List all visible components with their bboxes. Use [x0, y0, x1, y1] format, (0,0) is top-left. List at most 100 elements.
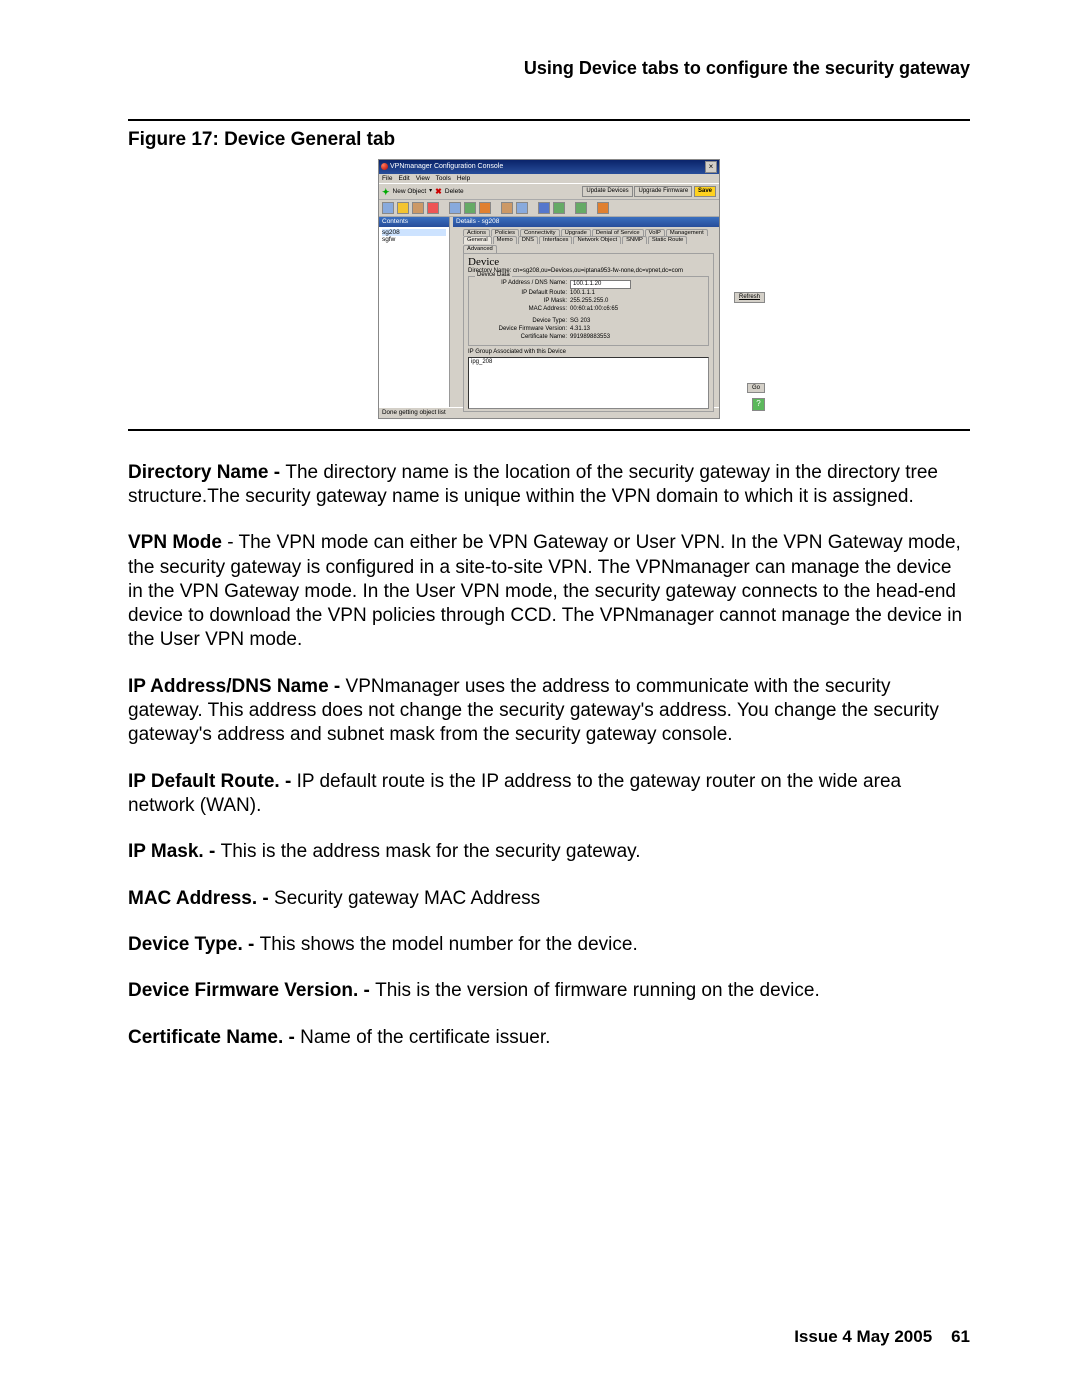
term: Device Type. - — [128, 934, 260, 955]
definition: This shows the model number for the devi… — [260, 934, 638, 955]
term: Device Firmware Version. - — [128, 980, 375, 1001]
toolbar-icon[interactable] — [575, 202, 587, 214]
delete-button[interactable]: Delete — [445, 188, 464, 195]
general-panel: Device Directory Name: cn=sg208,ou=Devic… — [463, 253, 714, 413]
update-devices-button[interactable]: Update Devices — [582, 186, 632, 197]
device-type-value: SG 203 — [570, 318, 590, 325]
toolbar-separator — [590, 202, 594, 214]
toolbar-icon[interactable] — [479, 202, 491, 214]
tab-policies[interactable]: Policies — [491, 229, 519, 237]
default-route-label: IP Default Route: — [472, 290, 570, 297]
tab-connectivity[interactable]: Connectivity — [520, 229, 560, 237]
tab-row-1: Actions Policies Connectivity Upgrade De… — [453, 227, 719, 237]
figure-caption: Figure 17: Device General tab — [128, 129, 970, 151]
definition: Security gateway MAC Address — [274, 888, 540, 909]
toolbar-separator — [531, 202, 535, 214]
toolbar-icon[interactable] — [382, 202, 394, 214]
rule-bottom — [128, 429, 970, 431]
para-ip-mask: IP Mask. - This is the address mask for … — [128, 840, 970, 864]
running-header: Using Device tabs to configure the secur… — [128, 58, 970, 79]
sidebar-item-sgfw[interactable]: sgfw — [382, 236, 446, 243]
toolbar-icon[interactable] — [449, 202, 461, 214]
directory-name-value: cn=sg208,ou=Devices,ou=iptana953-fw-none… — [513, 268, 683, 274]
para-ip-default-route: IP Default Route. - IP default route is … — [128, 770, 970, 819]
list-item[interactable]: ipg_208 — [471, 359, 706, 366]
sidebar-item-sg208[interactable]: sg208 — [382, 229, 446, 236]
tab-row-2: General Memo DNS Interfaces Network Obje… — [453, 236, 719, 252]
tab-dns[interactable]: DNS — [518, 236, 538, 244]
tab-snmp[interactable]: SNMP — [622, 236, 647, 244]
menu-edit[interactable]: Edit — [398, 175, 409, 182]
term: IP Default Route. - — [128, 771, 297, 792]
toolbar-icon[interactable] — [597, 202, 609, 214]
toolbar-icon[interactable] — [397, 202, 409, 214]
firmware-version-label: Device Firmware Version: — [472, 326, 570, 333]
refresh-button[interactable]: Refresh — [734, 292, 765, 303]
new-object-button[interactable]: New Object — [393, 188, 427, 195]
sidebar-header: Contents — [379, 217, 449, 226]
definition: Name of the certificate issuer. — [300, 1027, 550, 1048]
upgrade-firmware-button[interactable]: Upgrade Firmware — [634, 186, 692, 197]
certificate-name-value: 991989883553 — [570, 334, 610, 341]
screenshot-window: VPNmanager Configuration Console × File … — [378, 159, 720, 419]
tab-actions[interactable]: Actions — [463, 229, 490, 237]
main-area: Contents sg208 sgfw Details - sg208 Acti… — [379, 217, 719, 407]
dropdown-icon[interactable]: ▾ — [429, 188, 432, 195]
ip-group-label: IP Group Associated with this Device — [468, 349, 709, 356]
tab-denial-of-service[interactable]: Denial of Service — [592, 229, 644, 237]
para-vpn-mode: VPN Mode - The VPN mode can either be VP… — [128, 531, 970, 653]
tab-general[interactable]: General — [463, 236, 492, 244]
para-certificate-name: Certificate Name. - Name of the certific… — [128, 1026, 970, 1050]
toolbar-icon[interactable] — [516, 202, 528, 214]
toolbar-icon[interactable] — [464, 202, 476, 214]
close-icon[interactable]: × — [705, 161, 717, 173]
tab-memo[interactable]: Memo — [493, 236, 517, 244]
default-route-value: 100.1.1.1 — [570, 290, 595, 297]
toolbar-icon[interactable] — [553, 202, 565, 214]
issue-date: Issue 4 May 2005 — [794, 1327, 932, 1346]
tab-network-object[interactable]: Network Object — [573, 236, 621, 244]
term: Directory Name - — [128, 462, 285, 483]
toolbar-icon[interactable] — [412, 202, 424, 214]
tab-interfaces[interactable]: Interfaces — [539, 236, 572, 244]
go-button[interactable]: Go — [747, 383, 765, 394]
details-header: Details - sg208 — [453, 217, 719, 226]
ip-group-listbox[interactable]: ipg_208 — [468, 357, 709, 409]
help-icon[interactable]: ? — [752, 398, 765, 411]
window-title: VPNmanager Configuration Console — [390, 163, 503, 171]
tab-voip[interactable]: VoIP — [645, 229, 665, 237]
mac-address-value: 00:60:a1:00:c6:65 — [570, 306, 618, 313]
toolbar-separator — [494, 202, 498, 214]
definition: This is the version of firmware running … — [375, 980, 820, 1001]
ip-mask-value: 255.255.255.0 — [570, 298, 608, 305]
term: IP Mask. - — [128, 841, 221, 862]
menu-view[interactable]: View — [416, 175, 430, 182]
menu-help[interactable]: Help — [457, 175, 470, 182]
menu-file[interactable]: File — [382, 175, 392, 182]
device-data-legend: Device Data — [475, 272, 512, 279]
toolbar-icon[interactable] — [501, 202, 513, 214]
para-device-firmware-version: Device Firmware Version. - This is the v… — [128, 979, 970, 1003]
tab-advanced[interactable]: Advanced — [463, 245, 497, 253]
term: MAC Address. - — [128, 888, 274, 909]
term: Certificate Name. - — [128, 1027, 300, 1048]
panel-heading: Device — [468, 256, 709, 269]
tab-management[interactable]: Management — [666, 229, 708, 237]
ip-address-input[interactable]: 100.1.1.20 — [570, 280, 631, 289]
tab-static-route[interactable]: Static Route — [648, 236, 688, 244]
term: VPN Mode — [128, 532, 227, 553]
app-icon — [381, 163, 388, 170]
tab-upgrade[interactable]: Upgrade — [561, 229, 591, 237]
body-text: Directory Name - The directory name is t… — [128, 461, 970, 1050]
save-button[interactable]: Save — [694, 186, 716, 197]
firmware-version-value: 4.31.13 — [570, 326, 590, 333]
rule-top — [128, 119, 970, 121]
menu-tools[interactable]: Tools — [436, 175, 451, 182]
action-bar: ✦ New Object ▾ ✖ Delete Update Devices U… — [379, 184, 719, 200]
document-page: Using Device tabs to configure the secur… — [0, 0, 1080, 1397]
para-ip-address: IP Address/DNS Name - VPNmanager uses th… — [128, 675, 970, 748]
definition: - The VPN mode can either be VPN Gateway… — [128, 532, 962, 650]
sidebar: Contents sg208 sgfw — [379, 217, 450, 407]
toolbar-icon[interactable] — [538, 202, 550, 214]
toolbar-icon[interactable] — [427, 202, 439, 214]
